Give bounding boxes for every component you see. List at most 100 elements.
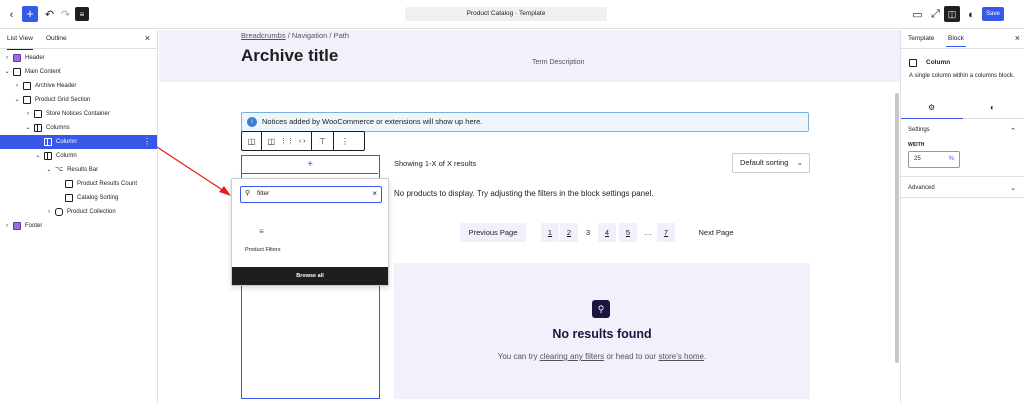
pagination-page-1[interactable]: 1 xyxy=(541,223,559,242)
archive-header[interactable]: Breadcrumbs / Navigation / Path Archive … xyxy=(159,30,900,82)
tab-template[interactable]: Template xyxy=(908,35,934,42)
term-description[interactable]: Term Description xyxy=(532,59,585,66)
advanced-panel-title[interactable]: Advanced xyxy=(908,185,935,191)
pagination-page-4[interactable]: 4 xyxy=(598,223,616,242)
editor-top-bar: ‹ + ↶ ↷ ≡ Product Catalog · Template ▭ ⤢… xyxy=(0,0,1024,29)
columns-parent-icon[interactable]: ◫ xyxy=(242,132,262,150)
chevron-down-icon[interactable]: ⌄ xyxy=(1010,184,1016,192)
add-block-plus-icon[interactable]: + xyxy=(242,156,378,174)
more-options-icon[interactable]: ⋮ xyxy=(143,135,151,149)
block-card-description: A single column within a columns block. xyxy=(909,73,1015,79)
clear-search-icon[interactable]: × xyxy=(372,187,377,201)
pagination-previous[interactable]: Previous Page xyxy=(460,223,526,242)
column-icon xyxy=(44,152,52,160)
width-label: WIDTH xyxy=(908,142,925,148)
document-overview-icon[interactable]: ≡ xyxy=(75,7,89,21)
browse-all-button[interactable]: Browse all xyxy=(232,267,388,285)
filter-icon: ≡ xyxy=(259,227,264,236)
list-item-store-notices[interactable]: › Store Notices Container xyxy=(0,107,157,121)
align-top-icon[interactable]: ⊤ xyxy=(312,132,334,150)
width-unit-select[interactable]: % xyxy=(949,152,954,167)
breadcrumb[interactable]: Breadcrumbs / Navigation / Path xyxy=(241,31,349,40)
settings-panel-title[interactable]: Settings xyxy=(908,127,930,133)
block-inserter-plus-icon[interactable]: + xyxy=(22,6,38,22)
list-item-columns[interactable]: ⌄ Columns xyxy=(0,121,157,135)
list-item-main-content[interactable]: ⌄ Main Content xyxy=(0,65,157,79)
chevron-down-icon[interactable]: ⌄ xyxy=(3,65,11,79)
pagination-page-5[interactable]: 5 xyxy=(619,223,637,242)
chevron-up-icon[interactable]: ⌃ xyxy=(1010,127,1016,135)
store-home-link[interactable]: store's home xyxy=(658,352,704,361)
close-icon[interactable]: × xyxy=(145,33,150,43)
chevron-down-icon[interactable]: ⌄ xyxy=(13,93,21,107)
list-item-column[interactable]: ⌄ Column xyxy=(0,149,157,163)
list-item-header[interactable]: › Header xyxy=(0,51,157,65)
inspector-subtabs: ⚙ ◐ xyxy=(901,99,1024,119)
block-card-title: Column xyxy=(926,59,951,66)
no-products-message[interactable]: No products to display. Try adjusting th… xyxy=(394,189,654,198)
product-results-count[interactable]: Showing 1-X of X results xyxy=(394,159,476,168)
tab-list-view[interactable]: List View xyxy=(7,35,33,50)
pagination-page-7[interactable]: 7 xyxy=(657,223,675,242)
back-chevron-icon[interactable]: ‹ xyxy=(4,7,19,22)
chevron-down-icon: ⌄ xyxy=(796,158,803,167)
pagination-ellipsis: … xyxy=(644,228,652,237)
chevron-down-icon[interactable]: ⌄ xyxy=(24,121,32,135)
chevron-right-icon[interactable]: › xyxy=(3,219,11,233)
redo-icon[interactable]: ↷ xyxy=(58,7,73,22)
chevron-right-icon[interactable]: › xyxy=(24,107,32,121)
block-icon xyxy=(65,180,73,188)
search-icon: ⚲ xyxy=(592,300,610,318)
group-icon xyxy=(23,82,31,90)
styles-half-circle-icon[interactable]: ◐ xyxy=(990,103,995,112)
settings-sidebar-toggle-icon[interactable]: ◫ xyxy=(944,6,960,22)
pagination-page-2[interactable]: 2 xyxy=(560,223,578,242)
document-title[interactable]: Product Catalog · Template xyxy=(405,7,607,21)
list-view-panel: List View Outline × › Header ⌄ Main Cont… xyxy=(0,30,158,403)
tab-block[interactable]: Block xyxy=(946,35,966,47)
settings-sidebar: Template Block × Column A single column … xyxy=(895,30,1024,403)
list-item-footer[interactable]: › Footer xyxy=(0,219,157,233)
chevron-right-icon[interactable]: › xyxy=(3,51,11,65)
quick-inserter-popover: ⚲ filter × ≡ Product Filters Browse all xyxy=(231,178,389,286)
styles-contrast-icon[interactable]: ◐ xyxy=(964,7,979,22)
move-arrows-icon[interactable]: ‹ › xyxy=(299,138,306,145)
chevron-down-icon[interactable]: ⌄ xyxy=(34,149,42,163)
list-item-product-results-count[interactable]: Product Results Count xyxy=(0,177,157,191)
pagination-next[interactable]: Next Page xyxy=(691,223,741,242)
catalog-sorting-select[interactable]: Default sorting ⌄ xyxy=(732,153,810,173)
more-options-icon[interactable]: ⋮ xyxy=(334,132,356,150)
no-results-title: No results found xyxy=(552,327,652,341)
no-results-text: You can try clearing any filters or head… xyxy=(497,352,707,361)
search-icon: ⚲ xyxy=(245,190,251,197)
drag-handle-icon[interactable]: ⋮⋮ xyxy=(280,137,294,145)
chevron-right-icon[interactable]: › xyxy=(45,205,53,219)
list-item-archive-header[interactable]: › Archive Header xyxy=(0,79,157,93)
columns-icon xyxy=(34,124,42,132)
gear-icon[interactable]: ⚙ xyxy=(928,103,935,112)
list-item-product-grid-section[interactable]: ⌄ Product Grid Section xyxy=(0,93,157,107)
list-item-column-selected[interactable]: Column ⋮ xyxy=(0,135,157,149)
close-icon[interactable]: × xyxy=(1015,33,1020,43)
group-icon xyxy=(34,110,42,118)
list-item-results-bar[interactable]: ⌄ ⌥ Results Bar xyxy=(0,163,157,177)
group-icon xyxy=(23,96,31,104)
archive-title[interactable]: Archive title xyxy=(241,46,338,66)
width-input[interactable]: 25 % xyxy=(908,151,960,168)
column-block-icon[interactable]: ◫ xyxy=(267,137,275,146)
list-item-catalog-sorting[interactable]: Catalog Sorting xyxy=(0,191,157,205)
column-icon xyxy=(44,138,52,146)
list-item-product-collection[interactable]: › Product Collection xyxy=(0,205,157,219)
save-button[interactable]: Save xyxy=(982,7,1004,21)
desktop-preview-icon[interactable]: ▭ xyxy=(910,7,925,22)
scrollbar[interactable] xyxy=(895,93,899,363)
store-notices[interactable]: i Notices added by WooCommerce or extens… xyxy=(241,112,809,132)
chevron-right-icon[interactable]: › xyxy=(13,79,21,93)
inserter-search-input[interactable]: ⚲ filter × xyxy=(240,186,382,203)
undo-icon[interactable]: ↶ xyxy=(42,7,57,22)
chevron-down-icon[interactable]: ⌄ xyxy=(45,163,53,177)
clear-filters-link[interactable]: clearing any filters xyxy=(540,352,604,361)
no-results-block[interactable]: ⚲ No results found You can try clearing … xyxy=(394,263,810,399)
tab-outline[interactable]: Outline xyxy=(46,35,67,42)
view-external-icon[interactable]: ⤢ xyxy=(928,7,943,22)
